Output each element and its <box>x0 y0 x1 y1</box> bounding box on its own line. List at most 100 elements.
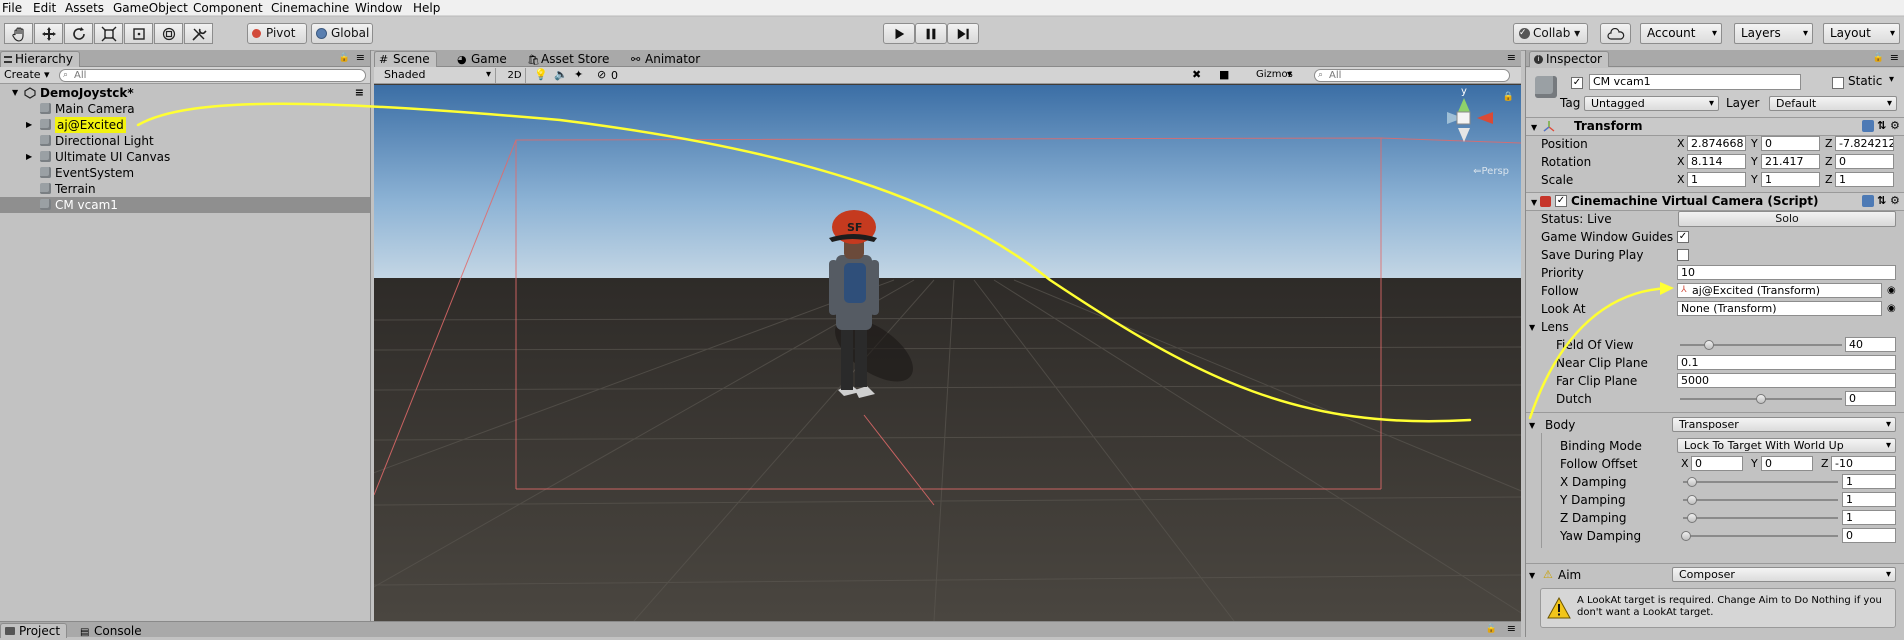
transform-tool-button[interactable] <box>154 23 183 44</box>
component-gear-icon[interactable]: ⚙ <box>1890 120 1901 131</box>
lookat-object-field[interactable]: None (Transform) <box>1677 301 1882 316</box>
hierarchy-item[interactable]: Terrain <box>0 181 370 197</box>
rotation-y-field[interactable]: 21.417 <box>1761 154 1820 169</box>
camera-settings-icon[interactable]: ■ <box>1219 68 1229 81</box>
hierarchy-item[interactable]: Directional Light <box>0 133 370 149</box>
hierarchy-item[interactable]: Main Camera <box>0 101 370 117</box>
tab-game[interactable]: ◕ Game <box>452 51 514 67</box>
menu-help[interactable]: Help <box>411 0 442 16</box>
hand-tool-button[interactable] <box>4 23 33 44</box>
aim-mode-dropdown[interactable]: Composer <box>1672 567 1896 582</box>
solo-button[interactable]: Solo <box>1678 211 1896 227</box>
vcam-preset-icon[interactable]: ⇅ <box>1877 195 1888 206</box>
lens-row[interactable]: ▼ Lens <box>1526 318 1904 336</box>
tab-asset-store[interactable]: 🛍 Asset Store <box>522 51 616 67</box>
follow-object-field[interactable]: ⅄ aj@Excited (Transform) <box>1677 283 1882 298</box>
menu-window[interactable]: Window <box>353 0 404 16</box>
audio-toggle-icon[interactable]: 🔈 <box>554 68 568 81</box>
rotation-z-field[interactable]: 0 <box>1835 154 1894 169</box>
follow-offset-z-field[interactable]: -10 <box>1831 456 1896 471</box>
bottom-panel-menu-icon[interactable]: ≡ <box>1507 622 1516 635</box>
scale-tool-button[interactable] <box>94 23 123 44</box>
expand-arrow-icon[interactable]: ▶ <box>26 117 32 133</box>
gizmos-dropdown[interactable]: Gizmos <box>1250 68 1296 83</box>
x-damping-field[interactable]: 1 <box>1842 474 1896 489</box>
vcam-help-book-icon[interactable] <box>1862 195 1874 207</box>
tag-dropdown[interactable]: Untagged <box>1584 96 1719 111</box>
menu-component[interactable]: Component <box>191 0 265 16</box>
help-book-icon[interactable] <box>1862 120 1874 132</box>
tab-scene[interactable]: # Scene <box>374 51 437 67</box>
hierarchy-item[interactable]: ▶ aj@Excited <box>0 117 370 133</box>
follow-picker-icon[interactable]: ◉ <box>1887 282 1896 300</box>
scene-panel-menu-icon[interactable]: ≡ <box>1507 51 1516 64</box>
create-dropdown[interactable]: Create ▾ <box>4 68 50 81</box>
collab-button[interactable]: ✓ Collab ▾ <box>1513 23 1588 44</box>
vcam-foldout-icon[interactable]: ▼ <box>1531 194 1537 211</box>
effects-toggle-icon[interactable]: ✦ <box>574 68 583 81</box>
binding-mode-dropdown[interactable]: Lock To Target With World Up <box>1677 438 1896 453</box>
lookat-picker-icon[interactable]: ◉ <box>1887 300 1896 318</box>
static-checkbox[interactable] <box>1832 77 1844 89</box>
game-window-guides-checkbox[interactable]: ✓ <box>1677 231 1689 243</box>
rotate-tool-button[interactable] <box>64 23 93 44</box>
persp-label[interactable]: ⇐Persp <box>1473 166 1509 177</box>
aim-foldout-icon[interactable]: ▼ <box>1529 567 1535 585</box>
z-damping-slider-track[interactable] <box>1683 517 1838 519</box>
body-foldout-icon[interactable]: ▼ <box>1529 417 1535 435</box>
hierarchy-item[interactable]: CM vcam1 <box>0 197 370 213</box>
fov-slider-knob[interactable] <box>1704 340 1715 350</box>
follow-offset-y-field[interactable]: 0 <box>1761 456 1813 471</box>
rect-tool-button[interactable] <box>124 23 153 44</box>
menu-assets[interactable]: Assets <box>63 0 106 16</box>
x-damping-slider-track[interactable] <box>1683 481 1838 483</box>
vcam-component-header[interactable]: ▼ ✓ Cinemachine Virtual Camera (Script) … <box>1526 192 1904 211</box>
z-damping-field[interactable]: 1 <box>1842 510 1896 525</box>
fov-field[interactable]: 40 <box>1845 337 1896 352</box>
gizmo-lock-icon[interactable]: 🔒 <box>1503 92 1514 102</box>
tab-animator[interactable]: ⚯ Animator <box>626 51 707 67</box>
far-clip-field[interactable]: 5000 <box>1677 373 1896 388</box>
menu-edit[interactable]: Edit <box>31 0 58 16</box>
panel-menu-icon[interactable]: ≡ <box>356 51 365 64</box>
scale-x-field[interactable]: 1 <box>1687 172 1746 187</box>
global-toggle[interactable]: Global <box>311 23 373 44</box>
layer-dropdown[interactable]: Default <box>1769 96 1897 111</box>
expand-arrow-icon[interactable]: ▼ <box>12 85 18 101</box>
hierarchy-search-input[interactable]: ⌕ All <box>59 69 366 82</box>
scale-y-field[interactable]: 1 <box>1761 172 1820 187</box>
layers-dropdown[interactable]: Layers <box>1734 23 1813 44</box>
scene-viewport[interactable]: SF y ⇐Persp 🔒 <box>374 85 1521 621</box>
follow-offset-x-field[interactable]: 0 <box>1691 456 1743 471</box>
custom-tool-button[interactable] <box>184 23 213 44</box>
position-z-field[interactable]: -7.824212 <box>1835 136 1894 151</box>
pivot-toggle[interactable]: Pivot <box>247 23 307 44</box>
account-dropdown[interactable]: Account <box>1640 23 1722 44</box>
scene-root-row[interactable]: ▼ DemoJoystck* ≡ <box>0 85 370 101</box>
tab-project[interactable]: Project <box>0 623 68 638</box>
hidden-layers-icon[interactable]: ⊘ <box>597 68 606 81</box>
tab-console[interactable]: ▤ Console <box>75 623 149 638</box>
inspector-lock-icon[interactable]: 🔒 <box>1873 53 1884 63</box>
menu-file[interactable]: File <box>0 0 24 16</box>
transform-header[interactable]: ▼ Transform ⇅ ⚙ <box>1526 117 1904 136</box>
move-tool-button[interactable] <box>34 23 63 44</box>
layout-dropdown[interactable]: Layout <box>1823 23 1900 44</box>
preset-icon[interactable]: ⇅ <box>1877 120 1888 131</box>
position-x-field[interactable]: 2.874668 <box>1687 136 1746 151</box>
tab-hierarchy[interactable]: Hierarchy <box>0 51 81 67</box>
scene-search-input[interactable]: ⌕ All <box>1314 69 1510 82</box>
z-damping-slider-knob[interactable] <box>1687 513 1697 523</box>
y-damping-slider-track[interactable] <box>1683 499 1838 501</box>
x-damping-slider-knob[interactable] <box>1687 477 1697 487</box>
lock-icon[interactable]: 🔒 <box>339 53 350 63</box>
y-damping-slider-knob[interactable] <box>1687 495 1697 505</box>
save-during-play-checkbox[interactable] <box>1677 249 1689 261</box>
transform-foldout-icon[interactable]: ▼ <box>1531 119 1537 136</box>
dutch-field[interactable]: 0 <box>1845 391 1896 406</box>
inspector-menu-icon[interactable]: ≡ <box>1890 51 1899 64</box>
menu-cinemachine[interactable]: Cinemachine <box>269 0 351 16</box>
menu-gameobject[interactable]: GameObject <box>111 0 190 16</box>
hierarchy-item[interactable]: EventSystem <box>0 165 370 181</box>
yaw-damping-field[interactable]: 0 <box>1842 528 1896 543</box>
